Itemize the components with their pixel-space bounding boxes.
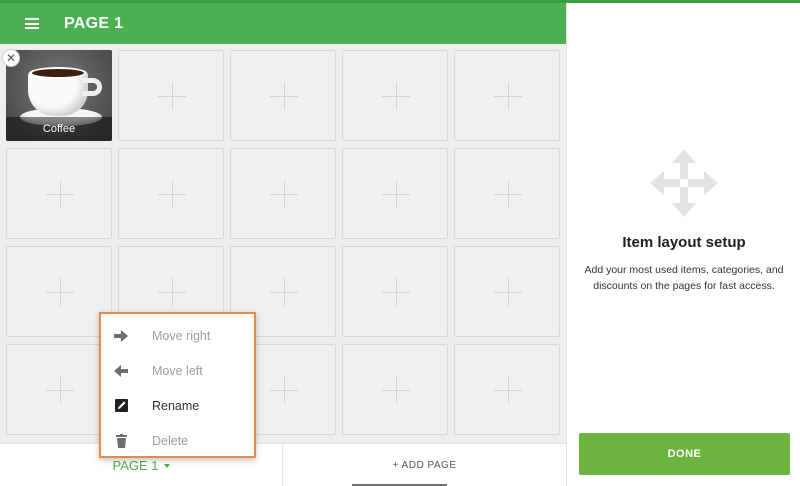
app-bar: PAGE 1 bbox=[0, 3, 566, 44]
menu-item-move-right[interactable]: Move right bbox=[101, 318, 254, 353]
close-icon[interactable]: ✕ bbox=[2, 49, 20, 67]
empty-tile[interactable] bbox=[118, 148, 224, 239]
empty-tile[interactable] bbox=[454, 148, 560, 239]
menu-item-delete[interactable]: Delete bbox=[101, 423, 254, 458]
page-bar: PAGE 1 + ADD PAGE bbox=[0, 443, 566, 486]
empty-tile[interactable] bbox=[230, 50, 336, 141]
empty-tile[interactable] bbox=[342, 50, 448, 141]
item-grid-panel: PAGE 1 Coffee ✕ PAGE 1 + ADD PAGE bbox=[0, 3, 566, 486]
item-tile-coffee[interactable]: Coffee bbox=[6, 50, 112, 141]
hamburger-menu-icon[interactable] bbox=[25, 18, 39, 29]
empty-tile[interactable] bbox=[454, 344, 560, 435]
move-arrows-icon bbox=[650, 149, 718, 217]
add-page-button[interactable]: + ADD PAGE bbox=[283, 444, 566, 486]
chevron-down-icon bbox=[163, 463, 170, 468]
empty-tile[interactable] bbox=[342, 344, 448, 435]
empty-tile[interactable] bbox=[454, 50, 560, 141]
menu-item-label: Delete bbox=[152, 433, 189, 448]
empty-tile[interactable] bbox=[342, 246, 448, 337]
menu-item-move-left[interactable]: Move left bbox=[101, 353, 254, 388]
page-title: PAGE 1 bbox=[64, 14, 124, 32]
item-label: Coffee bbox=[6, 117, 112, 141]
empty-tile[interactable] bbox=[6, 148, 112, 239]
empty-tile[interactable] bbox=[6, 246, 112, 337]
arrow-right-icon bbox=[114, 329, 128, 343]
page-context-menu: Move right Move left Rename Delete bbox=[99, 312, 256, 458]
edit-icon bbox=[114, 399, 128, 413]
menu-item-label: Move left bbox=[152, 363, 203, 378]
trash-icon bbox=[114, 433, 128, 448]
page-tab-label: PAGE 1 bbox=[112, 458, 159, 473]
arrow-left-icon bbox=[114, 364, 128, 378]
empty-tile[interactable] bbox=[230, 148, 336, 239]
setup-title: Item layout setup bbox=[622, 234, 746, 251]
menu-item-label: Move right bbox=[152, 328, 211, 343]
empty-tile[interactable] bbox=[454, 246, 560, 337]
menu-item-label: Rename bbox=[152, 398, 200, 413]
setup-description: Add your most used items, categories, an… bbox=[584, 264, 784, 292]
menu-item-rename[interactable]: Rename bbox=[101, 388, 254, 423]
layout-setup-panel: Item layout setup Add your most used ite… bbox=[566, 3, 800, 486]
done-button[interactable]: DONE bbox=[579, 433, 790, 475]
empty-tile[interactable] bbox=[342, 148, 448, 239]
empty-tile[interactable] bbox=[118, 50, 224, 141]
empty-tile[interactable] bbox=[6, 344, 112, 435]
